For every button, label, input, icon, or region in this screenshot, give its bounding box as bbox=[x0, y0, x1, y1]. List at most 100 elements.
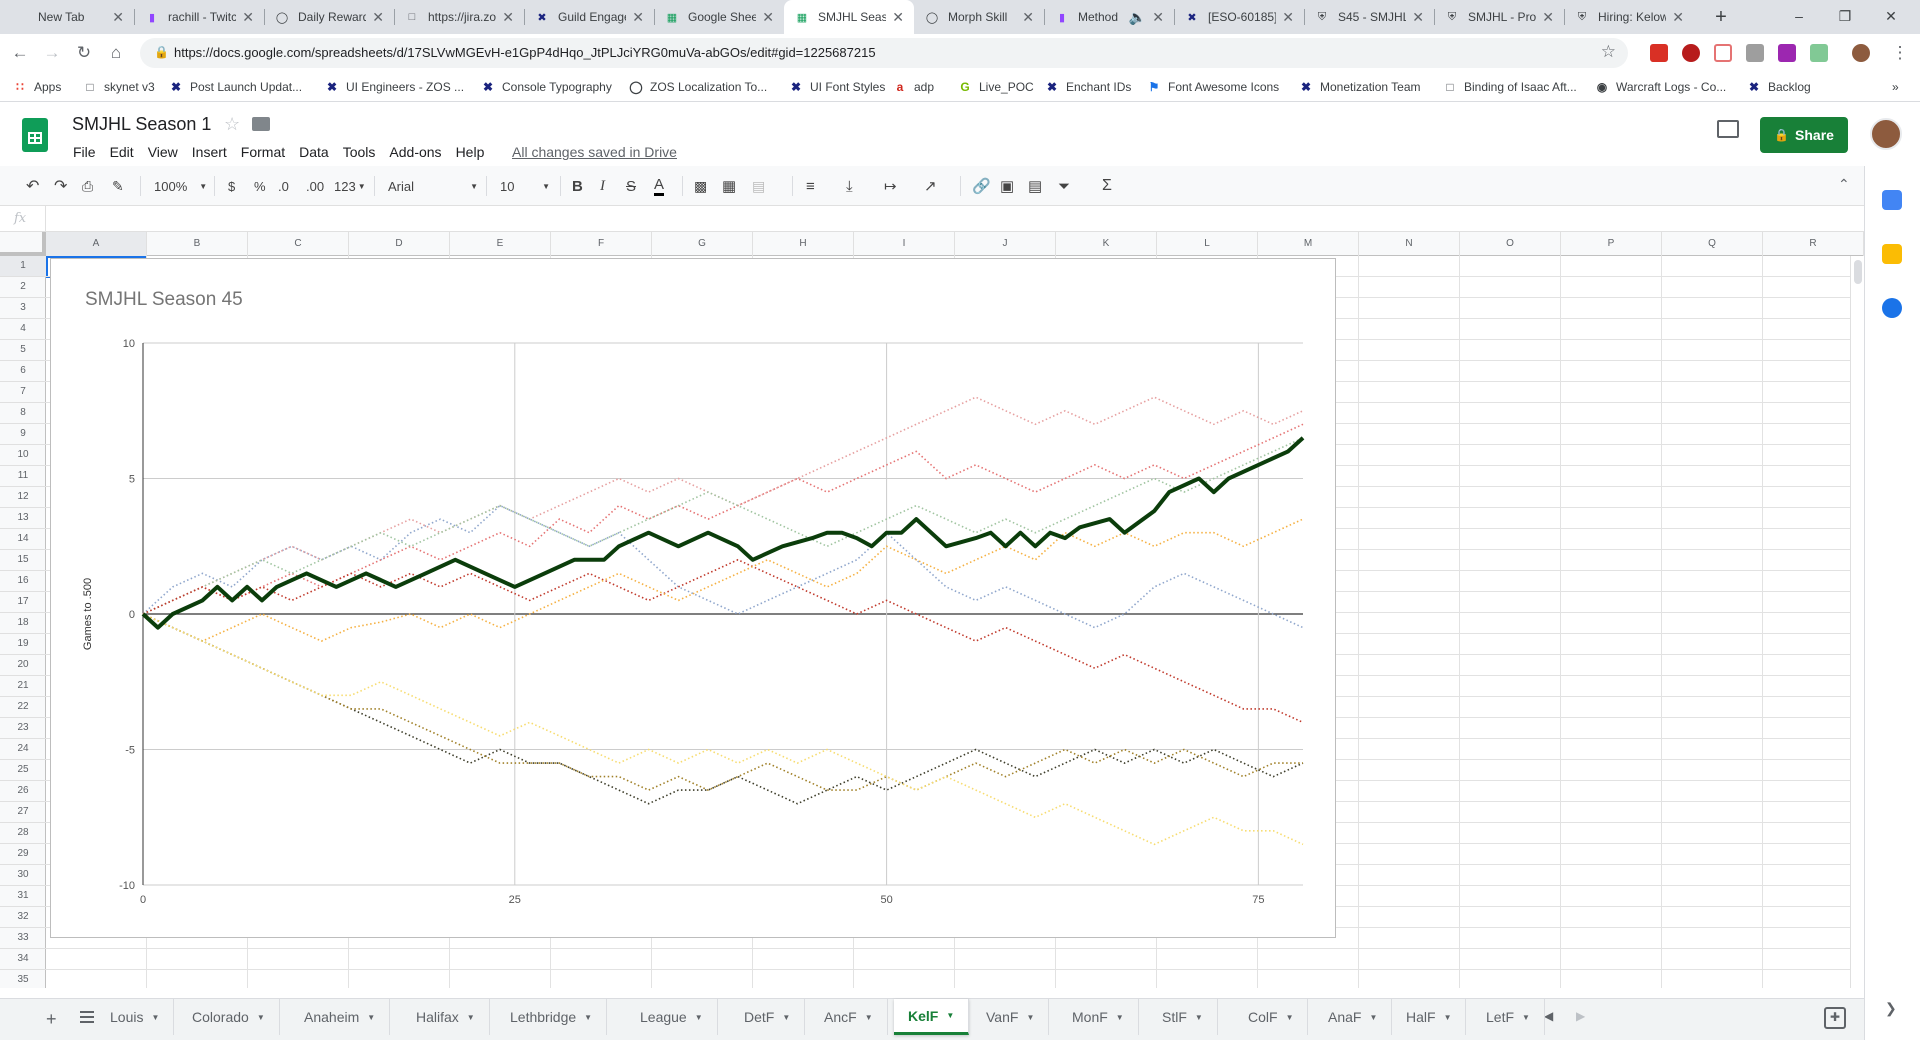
column-header[interactable]: C bbox=[248, 232, 349, 256]
speaker-icon[interactable]: 🔈 bbox=[1129, 9, 1146, 26]
save-status[interactable]: All changes saved in Drive bbox=[512, 144, 677, 160]
row-header[interactable]: 21 bbox=[0, 676, 46, 697]
sheet-tab[interactable]: KelF ▼ bbox=[894, 999, 970, 1035]
tasks-addon-icon[interactable] bbox=[1882, 298, 1902, 318]
extension-purple-icon[interactable] bbox=[1778, 44, 1796, 62]
sheet-tab[interactable]: Anaheim ▼ bbox=[290, 999, 391, 1035]
bookmark-item[interactable]: ✖ UI Font Styles bbox=[788, 78, 885, 96]
column-header[interactable]: G bbox=[652, 232, 753, 256]
font-family-select[interactable]: Arial ▼ bbox=[388, 176, 478, 196]
browser-tab[interactable]: ✖ Guild Engagement ✕ bbox=[524, 0, 654, 34]
menu-insert[interactable]: Insert bbox=[185, 142, 234, 162]
filter-icon[interactable]: ⏷ bbox=[1058, 176, 1070, 196]
row-header[interactable]: 8 bbox=[0, 403, 46, 424]
share-button[interactable]: 🔒 Share bbox=[1760, 117, 1848, 153]
chevron-down-icon[interactable]: ▼ bbox=[782, 1013, 790, 1022]
row-header[interactable]: 13 bbox=[0, 508, 46, 529]
menu-tools[interactable]: Tools bbox=[336, 142, 383, 162]
vertical-scroll-thumb[interactable] bbox=[1854, 260, 1862, 284]
bookmark-item[interactable]: a adp bbox=[892, 78, 934, 96]
bookmark-item[interactable]: ◯ ZOS Localization To... bbox=[628, 78, 767, 96]
browser-tab[interactable]: ✖ [ESO-60185] ✕ bbox=[1174, 0, 1304, 34]
chevron-down-icon[interactable]: ▼ bbox=[1444, 1013, 1452, 1022]
close-window-button[interactable]: ✕ bbox=[1868, 0, 1914, 34]
row-header[interactable]: 26 bbox=[0, 781, 46, 802]
row-header[interactable]: 17 bbox=[0, 592, 46, 613]
sheet-tab[interactable]: MonF ▼ bbox=[1058, 999, 1139, 1035]
sheet-tab[interactable]: League ▼ bbox=[626, 999, 718, 1035]
bookmark-item[interactable]: ✖ Enchant IDs bbox=[1044, 78, 1131, 96]
chevron-down-icon[interactable]: ▼ bbox=[1369, 1013, 1377, 1022]
row-header[interactable]: 33 bbox=[0, 928, 46, 949]
menu-format[interactable]: Format bbox=[234, 142, 292, 162]
extension-green-icon[interactable] bbox=[1810, 44, 1828, 62]
close-tab-icon[interactable]: ✕ bbox=[1152, 9, 1164, 26]
extension-calendar-icon[interactable] bbox=[1650, 44, 1668, 62]
column-header[interactable]: H bbox=[753, 232, 854, 256]
bookmark-item[interactable]: ✖ Post Launch Updat... bbox=[168, 78, 302, 96]
bookmark-item[interactable]: ∷ Apps bbox=[12, 78, 61, 96]
chevron-down-icon[interactable]: ▼ bbox=[584, 1013, 592, 1022]
close-tab-icon[interactable]: ✕ bbox=[112, 9, 124, 26]
sheet-tab[interactable]: Lethbridge ▼ bbox=[496, 999, 608, 1035]
close-tab-icon[interactable]: ✕ bbox=[892, 9, 904, 26]
add-sheet-button[interactable]: + bbox=[46, 1009, 57, 1030]
italic-icon[interactable]: I bbox=[600, 176, 605, 196]
star-icon[interactable]: ☆ bbox=[224, 114, 240, 135]
sheets-logo-icon[interactable] bbox=[22, 118, 48, 152]
chevron-down-icon[interactable]: ▼ bbox=[946, 1011, 954, 1020]
menu-help[interactable]: Help bbox=[449, 142, 492, 162]
address-bar[interactable]: 🔒 https://docs.google.com/spreadsheets/d… bbox=[140, 38, 1628, 68]
row-header[interactable]: 1 bbox=[0, 256, 46, 277]
sheet-tab[interactable]: DetF ▼ bbox=[730, 999, 806, 1035]
chevron-down-icon[interactable]: ▼ bbox=[1522, 1013, 1530, 1022]
all-sheets-menu-icon[interactable] bbox=[80, 1011, 94, 1023]
browser-tab[interactable]: ⛨ S45 - SMJHL ✕ bbox=[1304, 0, 1434, 34]
close-tab-icon[interactable]: ✕ bbox=[372, 9, 384, 26]
row-header[interactable]: 11 bbox=[0, 466, 46, 487]
column-header[interactable]: R bbox=[1763, 232, 1864, 256]
row-header[interactable]: 15 bbox=[0, 550, 46, 571]
column-header[interactable]: K bbox=[1056, 232, 1157, 256]
close-tab-icon[interactable]: ✕ bbox=[632, 9, 644, 26]
column-header[interactable]: O bbox=[1460, 232, 1561, 256]
browser-tab[interactable]: ▦ Google Sheets ✕ bbox=[654, 0, 784, 34]
bookmark-item[interactable]: ✖ Monetization Team bbox=[1298, 78, 1421, 96]
fill-color-icon[interactable]: ▩ bbox=[694, 176, 707, 196]
chevron-down-icon[interactable]: ▼ bbox=[257, 1013, 265, 1022]
close-tab-icon[interactable]: ✕ bbox=[1022, 9, 1034, 26]
percent-format-button[interactable]: % bbox=[254, 176, 266, 196]
row-header[interactable]: 30 bbox=[0, 865, 46, 886]
profile-avatar-icon[interactable] bbox=[1852, 44, 1870, 62]
menu-file[interactable]: File bbox=[66, 142, 103, 162]
chevron-down-icon[interactable]: ▼ bbox=[865, 1013, 873, 1022]
bookmarks-overflow-icon[interactable]: » bbox=[1892, 78, 1899, 96]
chevron-down-icon[interactable]: ▼ bbox=[1286, 1013, 1294, 1022]
sheet-tab[interactable]: AncF ▼ bbox=[810, 999, 888, 1035]
sheet-tab[interactable]: Halifax ▼ bbox=[402, 999, 490, 1035]
sheet-tab[interactable]: StlF ▼ bbox=[1148, 999, 1218, 1035]
redo-icon[interactable]: ↷ bbox=[54, 176, 67, 196]
row-header[interactable]: 32 bbox=[0, 907, 46, 928]
collapse-side-panel-icon[interactable]: ❯ bbox=[1885, 1000, 1897, 1017]
horizontal-align-icon[interactable]: ≡ bbox=[806, 176, 815, 196]
functions-icon[interactable]: Σ bbox=[1102, 176, 1112, 196]
restore-button[interactable]: ❐ bbox=[1822, 0, 1868, 34]
row-header[interactable]: 7 bbox=[0, 382, 46, 403]
row-header[interactable]: 29 bbox=[0, 844, 46, 865]
row-header[interactable]: 16 bbox=[0, 571, 46, 592]
chrome-menu-icon[interactable]: ⋮ bbox=[1888, 41, 1912, 65]
chevron-down-icon[interactable]: ▼ bbox=[467, 1013, 475, 1022]
borders-icon[interactable]: ▦ bbox=[722, 176, 736, 196]
browser-tab[interactable]: ◯ Daily Rewards ✕ bbox=[264, 0, 394, 34]
account-avatar[interactable] bbox=[1870, 118, 1902, 150]
row-header[interactable]: 24 bbox=[0, 739, 46, 760]
column-header[interactable]: J bbox=[955, 232, 1056, 256]
row-header[interactable]: 22 bbox=[0, 697, 46, 718]
browser-tab[interactable]: ▮ Method 🔈 ✕ bbox=[1044, 0, 1174, 34]
sheet-tab[interactable]: AnaF ▼ bbox=[1314, 999, 1393, 1035]
row-header[interactable]: 6 bbox=[0, 361, 46, 382]
column-header[interactable]: Q bbox=[1662, 232, 1763, 256]
bookmark-item[interactable]: ◉ Warcraft Logs - Co... bbox=[1594, 78, 1727, 96]
extension-gray-icon[interactable] bbox=[1746, 44, 1764, 62]
